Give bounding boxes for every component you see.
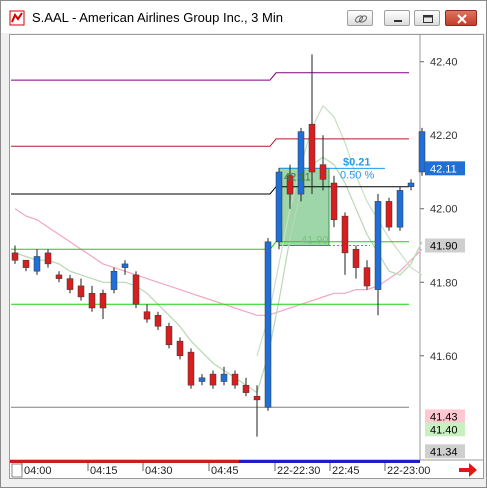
price-tag-label-2: 41.90 [430, 241, 458, 253]
close-icon [457, 14, 467, 24]
candle-body-3 [33, 256, 41, 272]
candle-body-14 [154, 315, 162, 327]
window-title: S.AAL - American Airlines Group Inc., 3 … [32, 10, 283, 25]
y-tick-label-1: 42.40 [430, 57, 458, 69]
percent-change-label: 0.50 % [340, 169, 374, 181]
maximize-button[interactable] [414, 10, 440, 26]
candle-body-24 [264, 241, 272, 408]
candle-body-38 [418, 131, 426, 173]
candle-body-34 [374, 201, 382, 290]
candle-body-31 [341, 215, 349, 254]
price-tag-label-1: 42.11 [430, 163, 457, 175]
measure-top-label: 42.11 [284, 171, 311, 183]
price-tag-label-4: 41.40 [430, 424, 458, 436]
y-tick-label-3: 42.00 [430, 204, 458, 216]
x-tick-label-3: 04:30 [145, 465, 173, 477]
x-tick-label-4: 04:45 [211, 465, 239, 477]
candle-body-25 [275, 171, 283, 243]
candle-body-8 [88, 293, 96, 309]
candle-body-13 [143, 311, 151, 320]
candle-body-4 [44, 252, 52, 265]
x-tick-label-7: 22-23:00 [387, 465, 430, 477]
price-chart[interactable]: 42.11 41.90 $0.210.50 % 42.40 42.20 42.00 41.8… [10, 35, 483, 478]
measure-bottom-label: 41.90 [301, 235, 329, 247]
candle-body-30 [330, 182, 338, 221]
x-tick-label-6: 22:45 [332, 465, 360, 477]
candle-body-20 [220, 373, 228, 382]
minimize-icon [394, 20, 402, 22]
candle-body-11 [121, 263, 129, 268]
chart-window: S.AAL - American Airlines Group Inc., 3 … [0, 0, 487, 488]
candle-body-35 [385, 201, 393, 228]
price-tag-label-5: 41.34 [430, 446, 458, 458]
minimize-button[interactable] [384, 10, 410, 26]
candle-body-9 [99, 293, 107, 309]
session-bar-premarket [10, 460, 239, 463]
y-tick-label-5: 41.60 [430, 351, 458, 363]
x-tick-label-1: 04:00 [24, 465, 52, 477]
candle-body-17 [187, 351, 195, 386]
x-tick-label-5: 22-22:30 [277, 465, 320, 477]
candle-body-10 [110, 270, 118, 290]
candle-body-29 [319, 164, 327, 180]
session-bar-regular [239, 460, 420, 463]
candle-body-21 [231, 373, 239, 386]
chart-background [10, 35, 483, 478]
y-tick-label-4: 41.80 [430, 277, 458, 289]
candle-body-18 [198, 377, 206, 382]
candle-body-32 [352, 248, 360, 268]
link-icon [354, 15, 368, 23]
price-tag-label-3: 41.43 [430, 411, 458, 423]
candle-body-6 [66, 278, 74, 290]
chart-area[interactable]: 42.11 41.90 $0.21 0.50 % 42.40 42.20 42.00 41.8… [9, 34, 484, 479]
candle-body-36 [396, 190, 404, 228]
candle-body-23 [253, 395, 261, 401]
link-button[interactable] [347, 10, 373, 26]
candle-body-5 [55, 274, 63, 279]
time-axis-scroll-handle [11, 463, 23, 478]
app-logo-icon [9, 10, 25, 26]
candle-body-27 [297, 131, 305, 195]
candle-body-2 [22, 259, 30, 268]
x-tick-label-2: 04:15 [90, 465, 118, 477]
candle-body-7 [77, 285, 85, 298]
candle-body-19 [209, 373, 217, 386]
maximize-icon [423, 15, 433, 23]
candle-body-16 [176, 340, 184, 357]
candle-body-37 [407, 182, 415, 187]
price-change-label: $0.21 [343, 156, 371, 168]
candle-body-28 [308, 123, 316, 173]
title-bar[interactable]: S.AAL - American Airlines Group Inc., 3 … [1, 1, 486, 33]
candle-body-12 [132, 274, 140, 305]
y-tick-label-2: 42.20 [430, 130, 458, 142]
candle-body-22 [242, 384, 250, 393]
candle-body-15 [165, 326, 173, 346]
candle-body-1 [11, 252, 19, 261]
candle-body-33 [363, 267, 371, 287]
close-button[interactable] [445, 10, 477, 26]
